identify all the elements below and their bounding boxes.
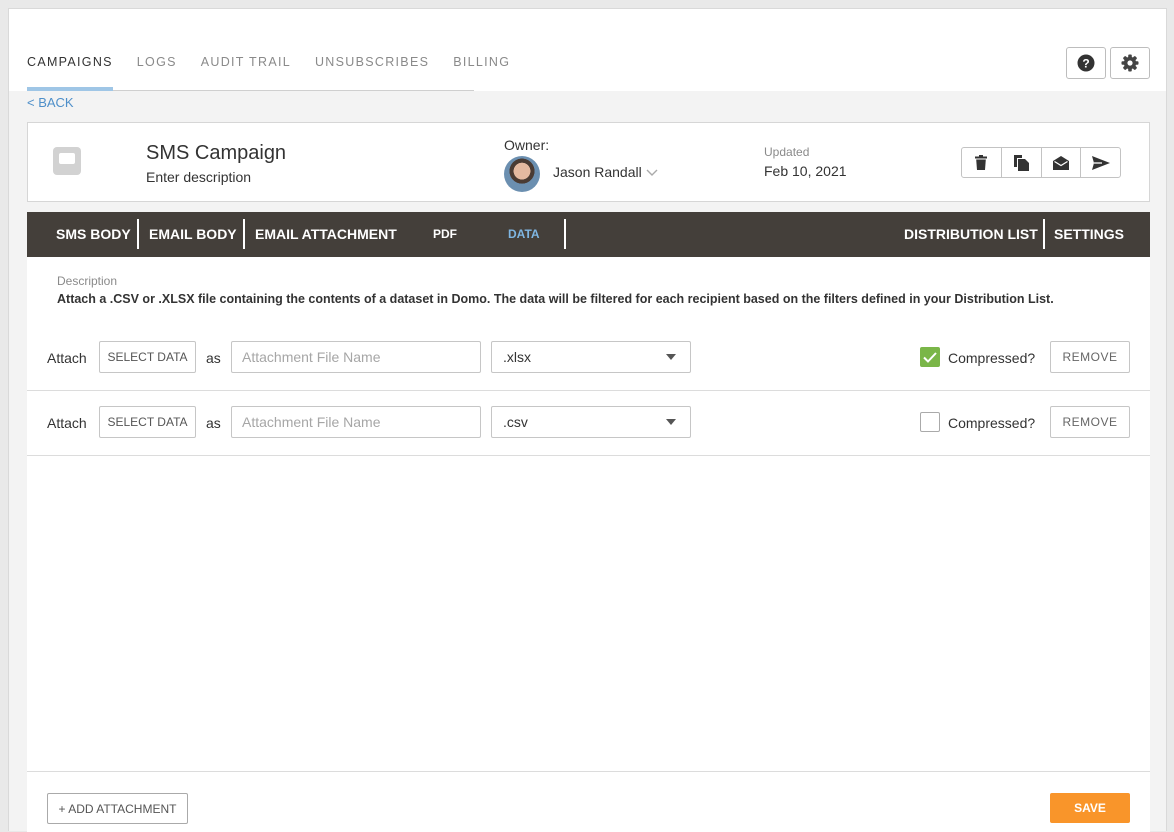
avatar bbox=[504, 156, 540, 192]
trash-icon bbox=[975, 155, 988, 170]
remove-button[interactable]: REMOVE bbox=[1050, 341, 1130, 373]
delete-button[interactable] bbox=[962, 148, 1002, 177]
caret-down-icon bbox=[666, 419, 676, 425]
updated-date: Feb 10, 2021 bbox=[764, 163, 847, 179]
description-text: Attach a .CSV or .XLSX file containing t… bbox=[57, 292, 1054, 306]
tab-billing[interactable]: BILLING bbox=[453, 49, 510, 91]
data-tab-panel: Description Attach a .CSV or .XLSX file … bbox=[27, 257, 1150, 832]
campaign-tab-bar: SMS BODY EMAIL BODY EMAIL ATTACHMENT PDF… bbox=[27, 212, 1150, 257]
svg-text:?: ? bbox=[1082, 57, 1089, 71]
attach-label: Attach bbox=[47, 350, 87, 366]
campaign-title[interactable]: SMS Campaign bbox=[146, 142, 286, 165]
inbox-icon bbox=[53, 147, 81, 175]
tab-sms-body[interactable]: SMS BODY bbox=[56, 212, 131, 257]
checkmark-icon bbox=[923, 351, 937, 363]
remove-button[interactable]: REMOVE bbox=[1050, 406, 1130, 438]
tab-divider bbox=[137, 219, 139, 249]
format-select[interactable]: .xlsx bbox=[491, 341, 691, 373]
attach-label: Attach bbox=[47, 415, 87, 431]
send-icon bbox=[1091, 155, 1110, 170]
tab-logs[interactable]: LOGS bbox=[137, 49, 177, 91]
help-button[interactable]: ? bbox=[1066, 47, 1106, 79]
tab-email-body[interactable]: EMAIL BODY bbox=[149, 212, 237, 257]
tab-settings[interactable]: SETTINGS bbox=[1054, 212, 1124, 257]
owner-label: Owner: bbox=[504, 137, 550, 153]
compressed-checkbox[interactable] bbox=[920, 412, 940, 432]
envelope-open-icon bbox=[1052, 155, 1069, 170]
select-data-button[interactable]: SELECT DATA bbox=[99, 406, 196, 438]
panel-footer: + ADD ATTACHMENT SAVE bbox=[27, 771, 1150, 832]
caret-down-icon bbox=[666, 354, 676, 360]
tab-divider bbox=[564, 219, 566, 249]
email-preview-button[interactable] bbox=[1042, 148, 1082, 177]
app-window: CAMPAIGNS LOGS AUDIT TRAIL UNSUBSCRIBES … bbox=[8, 8, 1167, 832]
gear-icon bbox=[1121, 54, 1139, 72]
tab-distribution-list[interactable]: DISTRIBUTION LIST bbox=[904, 212, 1038, 257]
tab-divider bbox=[243, 219, 245, 249]
tab-divider bbox=[1043, 219, 1045, 249]
chevron-down-icon[interactable] bbox=[646, 169, 658, 177]
top-navigation: CAMPAIGNS LOGS AUDIT TRAIL UNSUBSCRIBES … bbox=[27, 49, 509, 91]
compressed-checkbox[interactable] bbox=[920, 347, 940, 367]
campaign-actions bbox=[961, 147, 1121, 178]
attachment-file-name-input[interactable] bbox=[231, 406, 481, 438]
attachment-row: Attach SELECT DATA as .csv Compressed? R… bbox=[27, 391, 1150, 456]
send-button[interactable] bbox=[1081, 148, 1120, 177]
settings-button[interactable] bbox=[1110, 47, 1150, 79]
select-data-button[interactable]: SELECT DATA bbox=[99, 341, 196, 373]
compressed-label: Compressed? bbox=[948, 350, 1036, 366]
owner-name[interactable]: Jason Randall bbox=[553, 164, 642, 180]
tab-pdf[interactable]: PDF bbox=[433, 212, 457, 257]
tab-audit-trail[interactable]: AUDIT TRAIL bbox=[201, 49, 291, 91]
copy-icon bbox=[1013, 154, 1029, 171]
save-button[interactable]: SAVE bbox=[1050, 793, 1130, 823]
compressed-label: Compressed? bbox=[948, 415, 1036, 431]
campaign-description[interactable]: Enter description bbox=[146, 169, 251, 185]
format-select[interactable]: .csv bbox=[491, 406, 691, 438]
format-select-value: .csv bbox=[503, 414, 528, 430]
back-link[interactable]: < BACK bbox=[27, 95, 74, 110]
as-label: as bbox=[206, 415, 221, 431]
description-label: Description bbox=[57, 274, 118, 288]
format-select-value: .xlsx bbox=[503, 349, 531, 365]
tab-email-attachment[interactable]: EMAIL ATTACHMENT bbox=[255, 212, 397, 257]
tab-data[interactable]: DATA bbox=[508, 212, 540, 257]
campaign-header-card: SMS Campaign Enter description Owner: Ja… bbox=[27, 122, 1150, 202]
question-circle-icon: ? bbox=[1077, 54, 1095, 72]
attachment-file-name-input[interactable] bbox=[231, 341, 481, 373]
add-attachment-button[interactable]: + ADD ATTACHMENT bbox=[47, 793, 188, 824]
as-label: as bbox=[206, 350, 221, 366]
tab-campaigns[interactable]: CAMPAIGNS bbox=[27, 49, 113, 91]
copy-button[interactable] bbox=[1002, 148, 1042, 177]
attachment-row: Attach SELECT DATA as .xlsx Compressed? … bbox=[27, 326, 1150, 391]
updated-label: Updated bbox=[764, 145, 810, 159]
tab-unsubscribes[interactable]: UNSUBSCRIBES bbox=[315, 49, 429, 91]
